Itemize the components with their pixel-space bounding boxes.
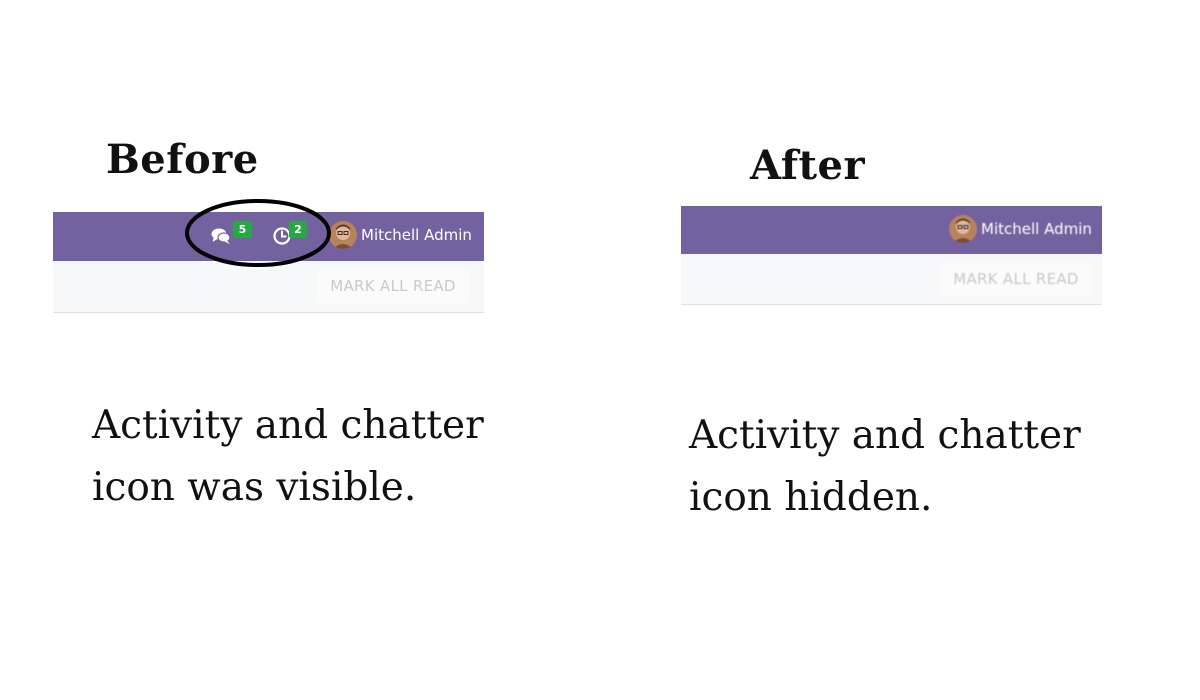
after-title: After (750, 142, 866, 189)
comparison-canvas: Before 5 2 Mitchell Admin MARK ALL READ … (0, 0, 1200, 700)
avatar (329, 221, 357, 249)
after-caption-line-2: icon hidden. (689, 475, 933, 520)
before-caption-line-1: Activity and chatter (92, 403, 484, 448)
chat-count-badge: 5 (233, 221, 252, 238)
user-name: Mitchell Admin (981, 220, 1092, 238)
user-menu[interactable]: Mitchell Admin (949, 215, 1092, 243)
before-caption: Activity and chatter icon was visible. (92, 395, 484, 519)
mark-all-read-button[interactable]: MARK ALL READ (939, 262, 1093, 296)
avatar (949, 215, 977, 243)
before-title: Before (106, 136, 259, 183)
before-control-panel: MARK ALL READ (53, 261, 484, 313)
user-name: Mitchell Admin (361, 226, 472, 244)
activity-count-badge: 2 (289, 221, 307, 238)
after-caption-line-1: Activity and chatter (689, 413, 1081, 458)
after-navbar: Mitchell Admin (681, 206, 1102, 254)
before-navbar: 5 2 Mitchell Admin (53, 212, 484, 261)
after-control-panel: MARK ALL READ (681, 254, 1102, 305)
comments-icon[interactable] (210, 224, 232, 246)
before-caption-line-2: icon was visible. (92, 465, 417, 510)
mark-all-read-button[interactable]: MARK ALL READ (317, 269, 469, 303)
user-menu[interactable]: Mitchell Admin (329, 221, 472, 249)
after-caption: Activity and chatter icon hidden. (689, 405, 1081, 529)
